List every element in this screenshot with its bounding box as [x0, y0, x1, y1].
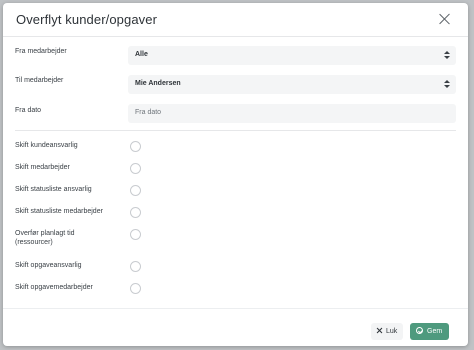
to-employee-label: Til medarbejder [15, 77, 64, 84]
option-radio-kundeansvarlig[interactable] [130, 141, 141, 152]
option-label: Overfør planlagt tid (ressourcer) [15, 230, 75, 246]
close-button[interactable]: Luk [371, 323, 403, 340]
to-employee-value: Mie Andersen [135, 80, 181, 87]
option-radio-statusliste-medarbejder[interactable] [130, 207, 141, 218]
section-divider [15, 130, 456, 131]
option-radio-statusliste-ansvarlig[interactable] [130, 185, 141, 196]
dialog-header: Overflyt kunder/opgaver [3, 3, 468, 37]
option-label: Skift kundeansvarlig [15, 142, 78, 149]
to-employee-select[interactable]: Mie Andersen [128, 75, 456, 94]
footer-divider [3, 308, 468, 309]
select-arrows-icon [444, 50, 450, 61]
option-label: Skift opgavemedarbejder [15, 284, 93, 291]
from-employee-value: Alle [135, 51, 148, 58]
from-date-label: Fra dato [15, 107, 42, 114]
close-icon[interactable] [438, 12, 452, 26]
check-circle-icon [416, 327, 423, 334]
from-date-input[interactable]: Fra dato [128, 104, 456, 123]
option-label: Skift statusliste medarbejder [15, 208, 103, 215]
transfer-dialog: Overflyt kunder/opgaver Fra medarbejder … [3, 3, 468, 346]
close-button-label: Luk [386, 328, 398, 335]
from-employee-label: Fra medarbejder [15, 48, 67, 55]
option-radio-planlagt-tid[interactable] [130, 229, 141, 240]
option-label: Skift statusliste ansvarlig [15, 186, 92, 193]
option-radio-medarbejder[interactable] [130, 163, 141, 174]
option-radio-opgavemedarbejder[interactable] [130, 283, 141, 294]
close-icon [376, 327, 383, 334]
save-button-label: Gem [427, 328, 443, 335]
from-employee-select[interactable]: Alle [128, 46, 456, 65]
option-radio-opgaveansvarlig[interactable] [130, 261, 141, 272]
dialog-title: Overflyt kunder/opgaver [16, 12, 158, 27]
save-button[interactable]: Gem [410, 323, 449, 340]
option-label: Skift medarbejder [15, 164, 70, 171]
option-label: Skift opgaveansvarlig [15, 262, 82, 269]
select-arrows-icon [444, 79, 450, 90]
from-date-placeholder: Fra dato [135, 109, 162, 116]
